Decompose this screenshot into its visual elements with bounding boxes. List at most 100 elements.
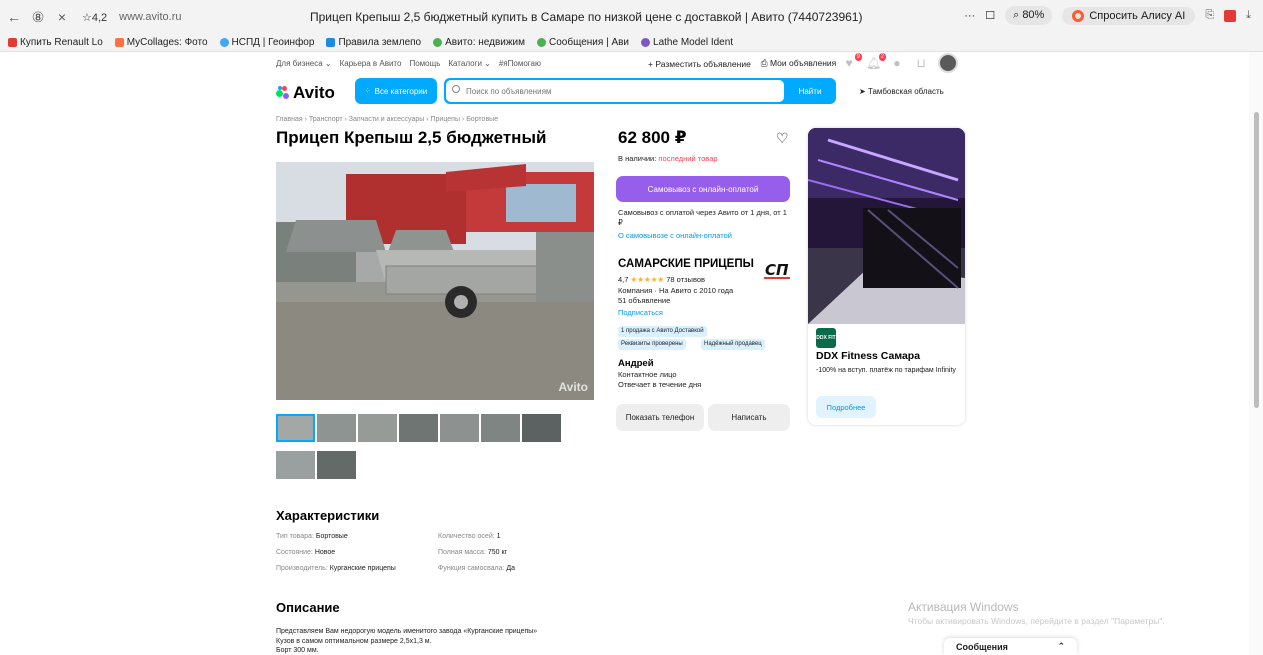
subscribe-link[interactable]: Подписаться — [618, 308, 663, 317]
avito-logo[interactable]: Avito — [276, 83, 335, 103]
bookmark-item[interactable]: НСПД | Геоинфор — [219, 37, 314, 48]
bookmark-item[interactable]: Сообщения | Ави — [537, 37, 629, 48]
close-tab-icon[interactable]: × — [52, 9, 72, 25]
price: 62 800 ₽ — [618, 128, 687, 147]
bookmark-item[interactable]: MyCollages: Фото — [114, 37, 208, 48]
breadcrumb[interactable]: Главная › Транспорт › Запчасти и аксессу… — [276, 116, 498, 123]
stock-value: последний товар — [658, 154, 718, 163]
search-input[interactable] — [446, 80, 784, 102]
translate-icon[interactable]: ⎘ — [1205, 9, 1214, 22]
bookmark-item[interactable]: Авито: недвижим — [433, 37, 525, 48]
bookmark-item[interactable]: Купить Renault Lo — [8, 37, 103, 48]
address-bar[interactable]: www.avito.ru — [119, 11, 181, 23]
bookmark-favicon — [641, 38, 651, 47]
link-ihelp[interactable]: #яПомогаю — [499, 59, 541, 68]
thumbnail[interactable] — [358, 414, 397, 442]
bookmark-label: Авито: недвижим — [445, 37, 526, 48]
site-rating[interactable]: ☆4,2 — [82, 11, 107, 24]
favorites-icon[interactable]: ♥ 9 — [842, 53, 862, 69]
zoom-button[interactable]: ⌕ 80% — [1005, 6, 1053, 25]
bookmarks-bar: Купить Renault Lo MyCollages: Фото НСПД … — [0, 34, 1263, 52]
windows-activation-title: Активация Windows — [908, 600, 1019, 614]
bookmark-favicon — [326, 38, 336, 47]
main-photo[interactable]: Avito — [276, 162, 594, 400]
thumbnail[interactable] — [276, 414, 315, 442]
back-icon[interactable]: ← — [4, 9, 24, 25]
bookmark-favicon — [219, 38, 229, 47]
page-title-bar: Прицеп Крепыш 2,5 бюджетный купить в Сам… — [310, 10, 863, 24]
ad-card[interactable]: DDX FIT DDX Fitness Самара -100% на всту… — [808, 128, 965, 425]
link-career[interactable]: Карьера в Авито — [340, 59, 402, 68]
description-text: Представляем Вам недорогую модель именит… — [276, 627, 537, 655]
description-line: Представляем Вам недорогую модель именит… — [276, 628, 538, 635]
thumbnail[interactable] — [317, 451, 356, 479]
bookmark-item[interactable]: Правила землепо — [326, 37, 421, 48]
thumbnail[interactable] — [440, 414, 479, 442]
reviews-link[interactable]: 78 отзывов — [666, 275, 705, 284]
pickup-button[interactable]: Самовывоз с онлайн-оплатой — [616, 176, 790, 202]
avatar[interactable] — [938, 53, 958, 73]
page-scrollbar[interactable] — [1249, 52, 1263, 655]
find-button[interactable]: Найти — [784, 78, 836, 104]
stock-status: В наличии: последний товар — [618, 154, 718, 163]
header-links: Для бизнеса ⌄ Карьера в Авито Помощь Кат… — [276, 59, 541, 68]
link-catalogs[interactable]: Каталоги ⌄ — [448, 59, 490, 68]
seller-name[interactable]: САМАРСКИЕ ПРИЦЕПЫ — [618, 258, 754, 270]
seller-chip: Реквизиты проверены — [618, 339, 686, 350]
pickup-text: Самовывоз с оплатой через Авито от 1 дня… — [618, 208, 787, 227]
seller-logo[interactable]: СП — [764, 258, 790, 282]
link-business[interactable]: Для бизнеса ⌄ — [276, 59, 332, 68]
all-categories-button[interactable]: ⁘ Все категории — [355, 78, 437, 104]
ad-title[interactable]: DDX Fitness Самара — [816, 350, 920, 362]
scroll-thumb[interactable] — [1254, 112, 1259, 408]
pickup-link[interactable]: О самовывозе с онлайн-оплатой — [618, 231, 732, 240]
char-row: Количество осей: 1 — [438, 533, 501, 540]
thumbnail[interactable] — [481, 414, 520, 442]
avito-watermark: Avito — [558, 380, 588, 394]
download-icon[interactable]: ⤓ — [1246, 9, 1251, 22]
alice-label: Спросить Алису AI — [1089, 9, 1186, 22]
alice-button[interactable]: Спросить Алису AI — [1062, 6, 1196, 25]
cart-icon[interactable]: ⊔ — [914, 57, 928, 69]
thumbnail[interactable] — [522, 414, 561, 442]
ad-text: -100% на вступ. платёж по тарифам Infini… — [816, 367, 956, 374]
bookmark-favicon — [8, 38, 17, 47]
notifications-badge: 2 — [878, 53, 886, 61]
bookmark-favicon — [537, 38, 547, 47]
write-button[interactable]: Написать — [708, 404, 790, 431]
bookmark-icon[interactable]: ☐ — [985, 9, 995, 22]
search-icon — [452, 85, 460, 93]
thumbnail[interactable] — [276, 451, 315, 479]
ad-more-button[interactable]: Подробнее — [816, 396, 876, 418]
rating-value: 4,7 — [618, 275, 629, 284]
header-actions: + Разместить объявление ⎙ Мои объявления — [648, 58, 836, 69]
char-row: Полная масса: 750 кг — [438, 549, 508, 556]
messages-panel[interactable]: Сообщения ⌃ — [944, 638, 1077, 655]
more-icon[interactable]: ··· — [964, 10, 975, 22]
heart-icon[interactable]: ♡ — [776, 130, 789, 147]
messages-icon[interactable]: ● — [890, 57, 904, 69]
my-ads-link[interactable]: ⎙ Мои объявления — [761, 58, 836, 69]
link-help[interactable]: Помощь — [409, 59, 440, 68]
thumbnail[interactable] — [399, 414, 438, 442]
region-selector[interactable]: ➤ Тамбовская область — [859, 87, 944, 96]
region-label: Тамбовская область — [867, 87, 944, 96]
seller-company: Компания · На Авито с 2010 года — [618, 286, 734, 295]
avito-logo-text: Avito — [293, 83, 335, 102]
show-phone-button[interactable]: Показать телефон — [616, 404, 704, 431]
seller-rating: 4,7 ★★★★★ 78 отзывов — [618, 275, 705, 284]
extension-icon[interactable] — [1224, 9, 1237, 22]
bookmark-item[interactable]: Lathe Model Ident — [641, 37, 733, 48]
bookmark-favicon — [433, 38, 443, 47]
yandex-icon[interactable]: ⑧ — [28, 9, 48, 26]
seller-ads-count[interactable]: 51 объявление — [618, 296, 733, 306]
seller-logo-text: СП — [765, 261, 789, 279]
browser-actions: ··· ☐ ⌕ 80% Спросить Алису AI ⎘ ⤓ — [964, 6, 1251, 25]
thumbnail[interactable] — [317, 414, 356, 442]
notifications-icon[interactable]: 🔔︎ 2 — [866, 53, 886, 69]
chevron-up-icon[interactable]: ⌃ — [1057, 641, 1065, 652]
post-ad-link[interactable]: + Разместить объявление — [648, 59, 751, 69]
categories-icon: ⁘ — [364, 88, 371, 95]
stars-icon: ★★★★★ — [630, 275, 665, 284]
stock-label: В наличии: — [618, 154, 659, 163]
